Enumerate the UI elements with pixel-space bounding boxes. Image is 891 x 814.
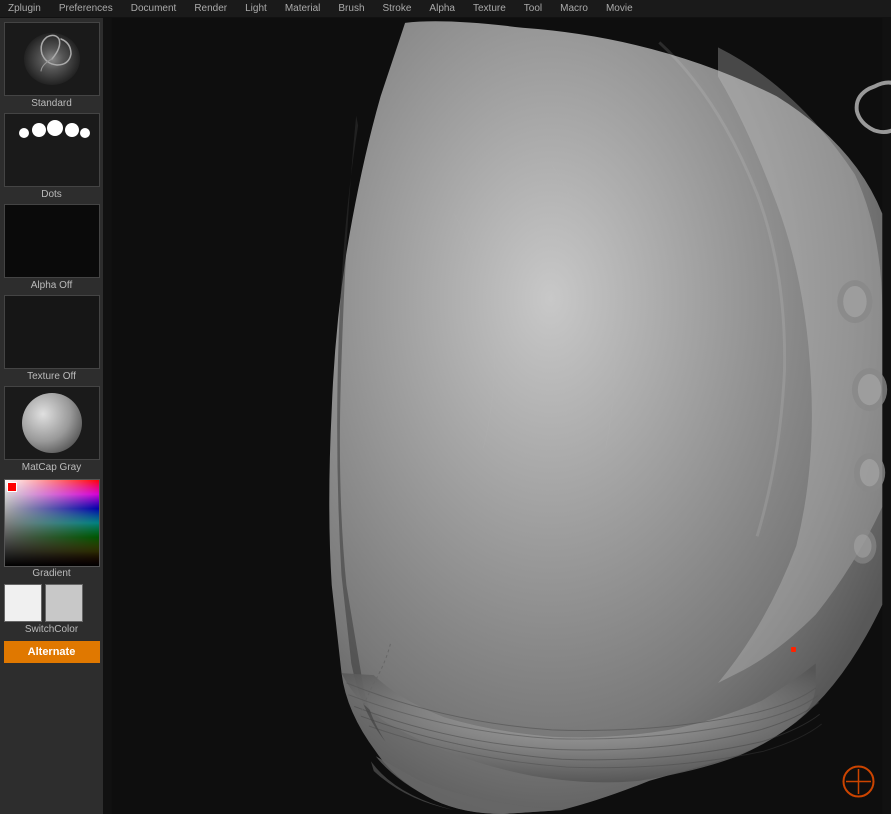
alpha-off-label: Alpha Off — [4, 278, 100, 293]
corner-compass — [841, 764, 876, 799]
alpha-off-item[interactable]: Alpha Off — [4, 204, 100, 293]
standard-brush-swirl-icon — [17, 29, 87, 89]
menu-alpha[interactable]: Alpha — [425, 3, 459, 14]
background-color-swatch[interactable] — [45, 584, 83, 622]
menu-stroke[interactable]: Stroke — [379, 3, 416, 14]
menu-tool[interactable]: Tool — [520, 3, 546, 14]
top-menu-bar: Zplugin Preferences Document Render Ligh… — [0, 0, 891, 18]
standard-brush-label: Standard — [4, 96, 100, 111]
color-swatches — [4, 584, 83, 622]
menu-material[interactable]: Material — [281, 3, 325, 14]
main-area: Standard Dots Alpha Off — [0, 18, 891, 814]
dots-brush-item[interactable]: Dots — [4, 113, 100, 202]
gradient-label: Gradient — [4, 567, 100, 580]
dots-brush-label: Dots — [4, 187, 100, 202]
viewport[interactable] — [103, 18, 891, 814]
menu-texture[interactable]: Texture — [469, 3, 510, 14]
matcap-sphere-icon — [22, 393, 82, 453]
matcap-gray-preview — [4, 386, 100, 460]
standard-brush-item[interactable]: Standard — [4, 22, 100, 111]
menu-brush[interactable]: Brush — [334, 3, 368, 14]
left-sidebar: Standard Dots Alpha Off — [0, 18, 103, 814]
matcap-gray-label: MatCap Gray — [4, 460, 100, 475]
3d-model-svg — [103, 18, 891, 814]
menu-zplugin[interactable]: Zplugin — [4, 3, 45, 14]
dots-brush-icon — [9, 115, 95, 185]
alpha-off-preview — [4, 204, 100, 278]
alternate-button[interactable]: Alternate — [4, 641, 100, 663]
menu-document[interactable]: Document — [127, 3, 181, 14]
color-cursor — [7, 482, 17, 492]
texture-off-preview — [4, 295, 100, 369]
black-gradient — [5, 480, 99, 566]
menu-preferences[interactable]: Preferences — [55, 3, 117, 14]
texture-off-label: Texture Off — [4, 369, 100, 384]
color-picker[interactable]: Gradient — [4, 479, 100, 580]
matcap-gray-item[interactable]: MatCap Gray — [4, 386, 100, 475]
texture-off-item[interactable]: Texture Off — [4, 295, 100, 384]
menu-light[interactable]: Light — [241, 3, 271, 14]
switch-color-container: SwitchColor — [4, 582, 100, 637]
switch-color-label: SwitchColor — [4, 622, 100, 637]
menu-render[interactable]: Render — [190, 3, 231, 14]
red-indicator-dot — [791, 647, 796, 652]
menu-macro[interactable]: Macro — [556, 3, 592, 14]
standard-brush-preview — [4, 22, 100, 96]
dots-brush-preview — [4, 113, 100, 187]
foreground-color-swatch[interactable] — [4, 584, 42, 622]
viewport-content — [103, 18, 891, 814]
color-picker-area[interactable] — [4, 479, 100, 567]
menu-movie[interactable]: Movie — [602, 3, 637, 14]
